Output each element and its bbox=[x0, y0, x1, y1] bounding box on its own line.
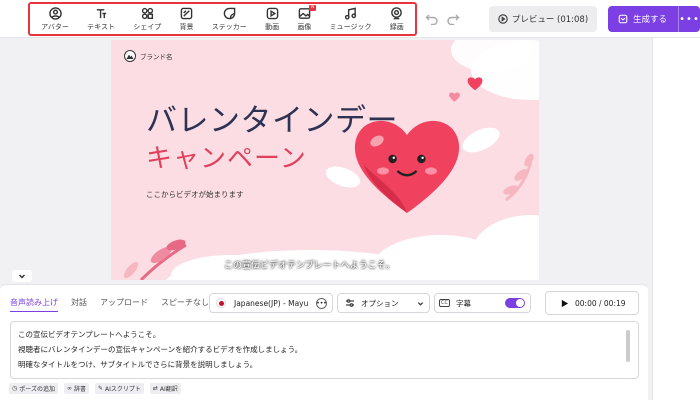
script-line: この宣伝ビデオテンプレートへようこそ。 bbox=[18, 330, 161, 339]
link-icon: ∞ bbox=[66, 385, 72, 392]
generate-button[interactable]: 生成する ••• bbox=[608, 6, 700, 32]
text-icon bbox=[96, 8, 106, 18]
sliders-icon bbox=[346, 299, 354, 307]
chevron-down-icon bbox=[417, 301, 424, 306]
japan-flag-icon bbox=[216, 298, 226, 308]
dictionary-button[interactable]: ∞ 辞書 bbox=[63, 383, 89, 394]
chip-label: ポーズの追加 bbox=[19, 386, 55, 393]
chevron-down-icon bbox=[18, 274, 26, 279]
generate-label: 生成する bbox=[633, 15, 668, 25]
tool-label: シェイプ bbox=[133, 22, 162, 31]
script-tools: ◷ ポーズの追加 ∞ 辞書 ✎ AIスクリプト ⇄ AI翻訳 bbox=[9, 383, 181, 394]
tool-label: テキスト bbox=[87, 22, 115, 31]
tool-record[interactable]: 録画 bbox=[390, 4, 404, 34]
play-circle-icon bbox=[498, 14, 508, 24]
translate-icon: ⇄ bbox=[152, 385, 158, 392]
brand-block[interactable]: ブランド名 bbox=[124, 50, 173, 62]
audio-player: 00:00 / 00:19 bbox=[545, 291, 639, 315]
preview-label: プレビュー (01:08) bbox=[511, 15, 589, 25]
script-tabs: 音声読み上げ 対話 アップロード スピーチなし bbox=[10, 297, 209, 312]
clock-icon: ◷ bbox=[12, 385, 18, 392]
tool-label: 背景 bbox=[179, 22, 194, 31]
brand-name: ブランド名 bbox=[140, 53, 173, 61]
tool-video[interactable]: 動画 bbox=[265, 4, 279, 34]
cc-icon: CC bbox=[439, 299, 450, 307]
undo-icon bbox=[425, 14, 438, 26]
tool-avatar[interactable]: アバター bbox=[41, 4, 69, 34]
music-icon bbox=[344, 7, 357, 20]
tool-label: 画像 bbox=[297, 22, 312, 31]
voice-selector[interactable]: Japanese(JP) - Mayu ••• bbox=[209, 293, 333, 313]
tool-label: ステッカー bbox=[211, 22, 247, 31]
shapes-icon bbox=[141, 7, 153, 19]
heart-character-sticker[interactable] bbox=[347, 105, 467, 225]
options-dropdown[interactable]: オプション bbox=[337, 293, 430, 313]
tool-music[interactable]: ミュージック bbox=[330, 4, 372, 34]
tool-image[interactable]: N 画像 bbox=[297, 4, 316, 34]
voice-more-icon[interactable]: ••• bbox=[316, 297, 327, 309]
canvas-title-line2[interactable]: キャンペーン bbox=[146, 138, 307, 175]
small-heart-sticker bbox=[449, 92, 460, 102]
collapse-panel-button[interactable] bbox=[12, 270, 32, 282]
script-scrollbar[interactable] bbox=[626, 330, 630, 362]
redo-button[interactable] bbox=[446, 11, 460, 26]
small-heart-sticker bbox=[467, 77, 483, 91]
ai-script-icon: ✎ bbox=[97, 385, 103, 392]
tool-background[interactable]: 背景 bbox=[180, 4, 194, 34]
script-line: 視聴者にバレンタインデーの宣伝キャンペーンを紹介するビデオを作成しましょう。 bbox=[18, 345, 303, 354]
script-textarea[interactable]: この宣伝ビデオテンプレートへようこそ。 視聴者にバレンタインデーの宣伝キャンペー… bbox=[10, 321, 639, 379]
tool-label: 録画 bbox=[389, 22, 404, 31]
tab-upload[interactable]: アップロード bbox=[100, 297, 148, 312]
brand-logo bbox=[124, 50, 136, 62]
voice-name: Japanese(JP) - Mayu bbox=[234, 298, 309, 308]
tool-sticker[interactable]: ステッカー bbox=[212, 4, 247, 34]
tab-no-speech[interactable]: スピーチなし bbox=[161, 297, 209, 312]
tool-text[interactable]: テキスト bbox=[87, 4, 115, 34]
undo-button[interactable] bbox=[425, 11, 439, 26]
video-icon bbox=[266, 7, 278, 19]
generate-icon bbox=[618, 14, 628, 24]
tool-label: アバター bbox=[41, 22, 69, 31]
chip-label: AI翻訳 bbox=[159, 386, 178, 393]
subtitles-toggle[interactable] bbox=[505, 298, 525, 308]
canvas-caption: この宣伝ビデオテンプレートへようこそ。 bbox=[224, 261, 395, 271]
canvas-subtitle[interactable]: ここからビデオが始まります bbox=[146, 189, 244, 200]
options-label: オプション bbox=[361, 298, 399, 308]
video-canvas[interactable]: ブランド名 バレンタインデー キャンペーン ここからビデオが始まります この宣伝… bbox=[111, 40, 539, 280]
add-pause-button[interactable]: ◷ ポーズの追加 bbox=[9, 383, 58, 394]
chip-label: AIスクリプト bbox=[105, 386, 141, 393]
new-badge: N bbox=[309, 5, 316, 11]
tool-shapes[interactable]: シェイプ bbox=[133, 4, 161, 34]
script-panel: 音声読み上げ 対話 アップロード スピーチなし Japanese(JP) - M… bbox=[0, 284, 648, 400]
subtitles-label: 字幕 bbox=[455, 298, 471, 308]
subtitles-control: CC 字幕 bbox=[434, 293, 531, 313]
more-options-button[interactable]: ••• bbox=[678, 6, 700, 32]
ai-translate-button[interactable]: ⇄ AI翻訳 bbox=[149, 383, 181, 394]
record-icon bbox=[391, 6, 403, 19]
tool-label: 動画 bbox=[265, 22, 280, 31]
tool-label: ミュージック bbox=[329, 22, 372, 31]
right-panel bbox=[652, 38, 700, 400]
element-tools-group: アバター テキスト シェイプ 背景 ステッカー 動画 N 画像 ミュージック 録… bbox=[28, 2, 417, 36]
sticker-icon bbox=[223, 7, 236, 19]
background-icon bbox=[180, 7, 193, 19]
mountain-icon bbox=[126, 54, 134, 59]
tab-text-to-speech[interactable]: 音声読み上げ bbox=[10, 297, 58, 312]
redo-icon bbox=[447, 14, 460, 26]
preview-button[interactable]: プレビュー (01:08) bbox=[489, 6, 597, 32]
chip-label: 辞書 bbox=[73, 386, 86, 393]
avatar-icon bbox=[48, 6, 62, 20]
ai-script-button[interactable]: ✎ AIスクリプト bbox=[94, 383, 144, 394]
tab-dialogue[interactable]: 対話 bbox=[71, 297, 87, 312]
playback-time: 00:00 / 00:19 bbox=[575, 298, 626, 308]
top-toolbar: アバター テキスト シェイプ 背景 ステッカー 動画 N 画像 ミュージック 録… bbox=[0, 0, 700, 38]
script-line: 明確なタイトルをつけ、サブタイトルでさらに背景を説明しましょう。 bbox=[18, 360, 258, 369]
play-icon[interactable] bbox=[560, 299, 569, 308]
